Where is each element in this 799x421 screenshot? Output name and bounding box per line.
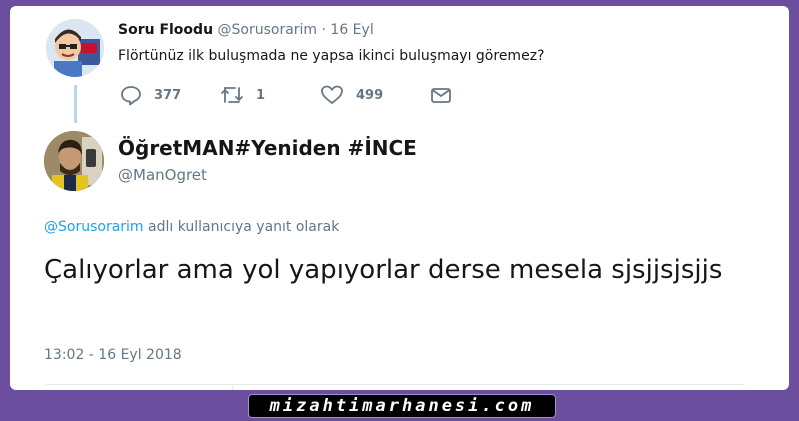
- cartoon-avatar-icon: [46, 19, 104, 77]
- watermark: mizahtimarhanesi.com: [248, 394, 556, 418]
- reply-button[interactable]: 377: [120, 84, 181, 106]
- reply-count: 377: [154, 87, 182, 103]
- quoted-user-avatar[interactable]: [46, 19, 104, 77]
- divider: [44, 384, 744, 385]
- tweet-text: Çalıyorlar ama yol yapıyorlar derse mese…: [44, 255, 723, 285]
- reply-context-text: adlı kullanıcıya yanıt olarak: [143, 219, 340, 235]
- quoted-tweet-header: Soru Floodu @Sorusorarim · 16 Eyl: [118, 22, 374, 38]
- meta-separator: ·: [317, 22, 331, 38]
- tweet-timestamp[interactable]: 13:02 - 16 Eyl 2018: [44, 347, 182, 363]
- envelope-icon: [431, 88, 451, 103]
- author-display-name[interactable]: ÖğretMAN#Yeniden #İNCE: [118, 136, 417, 160]
- like-button[interactable]: 499: [320, 84, 383, 106]
- quoted-display-name[interactable]: Soru Floodu: [118, 22, 213, 38]
- retweet-count: 1: [256, 87, 266, 103]
- like-count: 499: [356, 87, 384, 103]
- reply-icon: [121, 86, 141, 106]
- user-photo-icon: [44, 131, 104, 191]
- retweet-icon: [221, 87, 243, 103]
- retweet-button[interactable]: 1: [220, 84, 265, 106]
- tweet-card: Soru Floodu @Sorusorarim · 16 Eyl Flörtü…: [10, 6, 789, 390]
- quoted-tweet-text: Flörtünüz ilk buluşmada ne yapsa ikinci …: [118, 48, 545, 64]
- author-handle[interactable]: @ManOgret: [118, 166, 207, 184]
- quoted-handle[interactable]: @Sorusorarim: [218, 22, 318, 38]
- thread-connector-line: [74, 85, 77, 123]
- direct-message-button[interactable]: [430, 84, 452, 106]
- heart-icon: [321, 85, 343, 104]
- author-avatar[interactable]: [44, 131, 104, 191]
- divider-tick: [232, 384, 233, 390]
- quoted-date[interactable]: 16 Eyl: [330, 22, 373, 38]
- reply-context: @Sorusorarim adlı kullanıcıya yanıt olar…: [44, 219, 339, 235]
- reply-mention-link[interactable]: @Sorusorarim: [44, 219, 144, 235]
